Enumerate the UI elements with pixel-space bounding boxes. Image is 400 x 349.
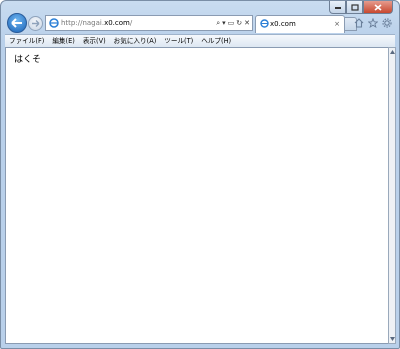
tab-title: x0.com xyxy=(270,20,296,28)
tab-active[interactable]: x0.com × xyxy=(255,15,345,33)
refresh-icon[interactable]: ↻ xyxy=(236,19,242,27)
menu-file[interactable]: ファイル(F) xyxy=(5,35,48,47)
tab-close-icon[interactable]: × xyxy=(334,18,340,30)
page-text: はくそ xyxy=(14,55,42,65)
address-url[interactable]: http://nagai.x0.com/ xyxy=(61,17,132,29)
menu-view[interactable]: 表示(V) xyxy=(79,35,110,47)
address-tools: ⌕ ▾ ▭ ↻ ✕ xyxy=(216,17,250,29)
menu-help[interactable]: ヘルプ(H) xyxy=(197,35,235,47)
menu-tools[interactable]: ツール(T) xyxy=(160,35,197,47)
vertical-scrollbar[interactable] xyxy=(388,47,396,344)
navigation-bar: http://nagai.x0.com/ ⌕ ▾ ▭ ↻ ✕ x0.com × xyxy=(7,13,395,33)
stop-icon[interactable]: ✕ xyxy=(244,19,250,27)
menu-bar: ファイル(F) 編集(E) 表示(V) お気に入り(A) ツール(T) ヘルプ(… xyxy=(5,34,395,47)
ie-page-icon xyxy=(49,18,59,28)
back-button[interactable] xyxy=(7,13,27,33)
scroll-down-icon[interactable] xyxy=(389,335,395,343)
maximize-icon xyxy=(350,3,359,11)
menu-edit[interactable]: 編集(E) xyxy=(48,35,79,47)
gear-icon[interactable] xyxy=(381,16,392,29)
close-icon xyxy=(374,3,382,11)
menu-favorites[interactable]: お気に入り(A) xyxy=(110,35,161,47)
scroll-up-icon[interactable] xyxy=(389,48,395,56)
favorites-star-icon[interactable] xyxy=(367,16,378,29)
ie-page-icon xyxy=(260,19,269,28)
page-content: はくそ xyxy=(5,47,388,344)
chevron-down-icon[interactable]: ▾ xyxy=(222,19,226,27)
command-icons xyxy=(353,16,392,29)
browser-window: http://nagai.x0.com/ ⌕ ▾ ▭ ↻ ✕ x0.com × xyxy=(0,0,400,349)
back-arrow-icon xyxy=(11,18,22,28)
address-bar[interactable]: http://nagai.x0.com/ ⌕ ▾ ▭ ↻ ✕ xyxy=(45,15,253,31)
minimize-icon xyxy=(334,7,341,9)
home-icon[interactable] xyxy=(353,16,364,29)
forward-arrow-icon xyxy=(32,20,40,27)
compatibility-view-icon[interactable]: ▭ xyxy=(228,19,235,27)
search-icon[interactable]: ⌕ xyxy=(216,19,220,28)
forward-button[interactable] xyxy=(28,16,43,31)
